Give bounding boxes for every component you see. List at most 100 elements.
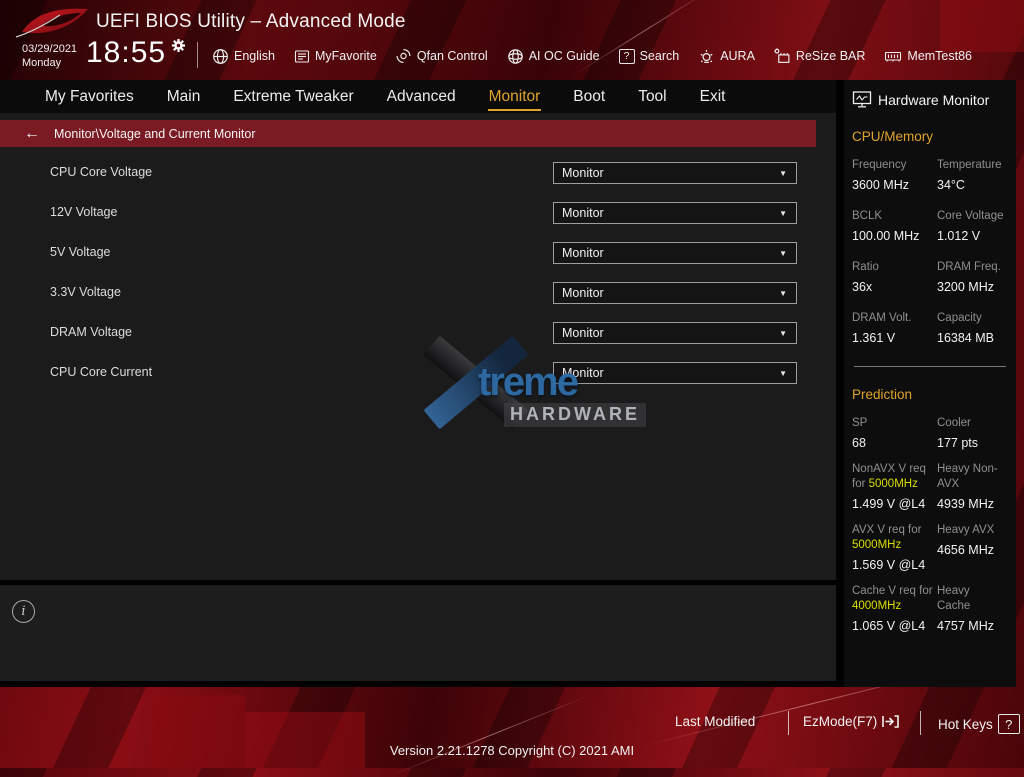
stat-ratio: Ratio36x: [852, 260, 937, 294]
setting-row: 5V Voltage Monitor ▼: [0, 242, 836, 266]
tab-extreme-tweaker[interactable]: Extreme Tweaker: [232, 83, 354, 111]
stat-heavy-avx: Heavy AVX4656 MHz: [937, 523, 1008, 572]
dropdown-value: Monitor: [562, 326, 779, 340]
breadcrumb: ← Monitor\Voltage and Current Monitor: [0, 120, 816, 147]
stat-cooler: Cooler177 pts: [937, 416, 1008, 450]
setting-row: DRAM Voltage Monitor ▼: [0, 322, 836, 346]
stat-capacity: Capacity16384 MB: [937, 311, 1008, 345]
tab-advanced[interactable]: Advanced: [386, 83, 457, 111]
tab-tool[interactable]: Tool: [637, 83, 667, 111]
stat-frequency: Frequency3600 MHz: [852, 158, 937, 192]
setting-label: 12V Voltage: [50, 205, 117, 219]
rog-logo: [14, 4, 90, 44]
time-value: 18:55: [86, 36, 166, 70]
settings-panel: ← Monitor\Voltage and Current Monitor CP…: [0, 113, 836, 580]
sidebar-divider: [854, 366, 1006, 367]
toolbar-search[interactable]: ? Search: [619, 49, 680, 64]
hot-keys-button[interactable]: Hot Keys ?: [938, 714, 1020, 734]
tab-my-favorites[interactable]: My Favorites: [44, 83, 135, 111]
stat-cache-vreq: Cache V req for 4000MHz1.065 V @L4: [852, 584, 937, 633]
bios-version-text: Version 2.21.1278 Copyright (C) 2021 AMI: [0, 743, 1024, 758]
stat-heavy-cache: Heavy Cache4757 MHz: [937, 584, 1008, 633]
main-menu-bar: My Favorites Main Extreme Tweaker Advanc…: [0, 80, 836, 113]
stat-nonavx-vreq: NonAVX V req for 5000MHz1.499 V @L4: [852, 462, 937, 511]
question-box-icon: ?: [619, 49, 635, 64]
setting-row: 3.3V Voltage Monitor ▼: [0, 282, 836, 306]
chevron-down-icon: ▼: [779, 209, 787, 218]
cpu-memory-stats: Frequency3600 MHz Temperature34°C BCLK10…: [852, 158, 1008, 345]
hardware-monitor-icon: [852, 90, 872, 109]
footer-divider: [788, 711, 789, 735]
time-settings-gear-icon[interactable]: [171, 38, 186, 53]
setting-row: 12V Voltage Monitor ▼: [0, 202, 836, 226]
help-info-panel: i: [0, 585, 836, 681]
banner-divider: [197, 42, 198, 68]
footer-divider: [920, 711, 921, 735]
chevron-down-icon: ▼: [779, 329, 787, 338]
dropdown-value: Monitor: [562, 246, 779, 260]
breadcrumb-path: Monitor\Voltage and Current Monitor: [54, 127, 256, 141]
stat-temperature: Temperature34°C: [937, 158, 1008, 192]
cpu-core-current-dropdown[interactable]: Monitor ▼: [553, 362, 797, 384]
5v-voltage-dropdown[interactable]: Monitor ▼: [553, 242, 797, 264]
tab-boot[interactable]: Boot: [572, 83, 606, 111]
setting-label: 3.3V Voltage: [50, 285, 121, 299]
back-arrow-icon[interactable]: ←: [24, 126, 40, 142]
tab-main[interactable]: Main: [166, 83, 202, 111]
stat-dram-freq: DRAM Freq.3200 MHz: [937, 260, 1008, 294]
toolbar-qfan-control[interactable]: Qfan Control: [396, 48, 488, 64]
setting-row: CPU Core Current Monitor ▼: [0, 362, 836, 386]
3.3v-voltage-dropdown[interactable]: Monitor ▼: [553, 282, 797, 304]
setting-label: CPU Core Current: [50, 365, 152, 379]
setting-row: CPU Core Voltage Monitor ▼: [0, 162, 836, 186]
myfavorite-icon: [294, 49, 310, 64]
date-value: 03/29/2021: [22, 42, 77, 56]
ezmode-button[interactable]: EzMode(F7): [803, 714, 899, 729]
dropdown-value: Monitor: [562, 166, 779, 180]
stat-bclk: BCLK100.00 MHz: [852, 209, 937, 243]
toolbar-ai-oc-guide[interactable]: AI OC Guide: [507, 48, 600, 65]
top-banner: UEFI BIOS Utility – Advanced Mode 03/29/…: [0, 0, 1024, 80]
sidebar-title: Hardware Monitor: [878, 92, 989, 108]
setting-label: DRAM Voltage: [50, 325, 132, 339]
12v-voltage-dropdown[interactable]: Monitor ▼: [553, 202, 797, 224]
fan-icon: [396, 48, 412, 64]
dram-voltage-dropdown[interactable]: Monitor ▼: [553, 322, 797, 344]
cpu-memory-heading: CPU/Memory: [852, 129, 1008, 144]
chevron-down-icon: ▼: [779, 249, 787, 258]
toolbar-myfavorite[interactable]: MyFavorite: [294, 49, 377, 64]
toolbar-language[interactable]: English: [212, 48, 275, 65]
tab-exit[interactable]: Exit: [699, 83, 727, 111]
sphere-icon: [507, 48, 524, 65]
stat-dram-volt: DRAM Volt.1.361 V: [852, 311, 937, 345]
prediction-stats: SP68 Cooler177 pts NonAVX V req for 5000…: [852, 416, 1008, 633]
main-column: My Favorites Main Extreme Tweaker Advanc…: [0, 80, 844, 687]
last-modified-button[interactable]: Last Modified: [675, 714, 755, 729]
tab-monitor[interactable]: Monitor: [488, 83, 542, 111]
chevron-down-icon: ▼: [779, 289, 787, 298]
chevron-down-icon: ▼: [779, 369, 787, 378]
info-icon: i: [12, 600, 35, 623]
resize-bar-icon: [774, 48, 791, 65]
prediction-heading: Prediction: [852, 387, 1008, 402]
setting-label: 5V Voltage: [50, 245, 110, 259]
dropdown-value: Monitor: [562, 286, 779, 300]
hardware-monitor-sidebar: Hardware Monitor CPU/Memory Frequency360…: [844, 80, 1016, 687]
stat-core-voltage: Core Voltage1.012 V: [937, 209, 1008, 243]
footer-bar: Last Modified EzMode(F7) Hot Keys ? Vers…: [0, 687, 1024, 768]
memtest-icon: [884, 49, 902, 64]
aura-lamp-icon: [698, 48, 715, 65]
setting-label: CPU Core Voltage: [50, 165, 152, 179]
day-value: Monday: [22, 56, 77, 70]
toolbar: English MyFavorite Qfan Control AI OC Gu…: [212, 44, 972, 68]
toolbar-memtest86[interactable]: MemTest86: [884, 49, 972, 64]
stat-sp: SP68: [852, 416, 937, 450]
stat-heavy-nonavx: Heavy Non-AVX4939 MHz: [937, 462, 1008, 511]
cpu-core-voltage-dropdown[interactable]: Monitor ▼: [553, 162, 797, 184]
toolbar-resize-bar[interactable]: ReSize BAR: [774, 48, 865, 65]
globe-icon: [212, 48, 229, 65]
app-title: UEFI BIOS Utility – Advanced Mode: [96, 11, 406, 33]
question-box-icon: ?: [998, 714, 1020, 734]
toolbar-aura[interactable]: AURA: [698, 48, 755, 65]
exit-to-ezmode-icon: [882, 714, 899, 729]
